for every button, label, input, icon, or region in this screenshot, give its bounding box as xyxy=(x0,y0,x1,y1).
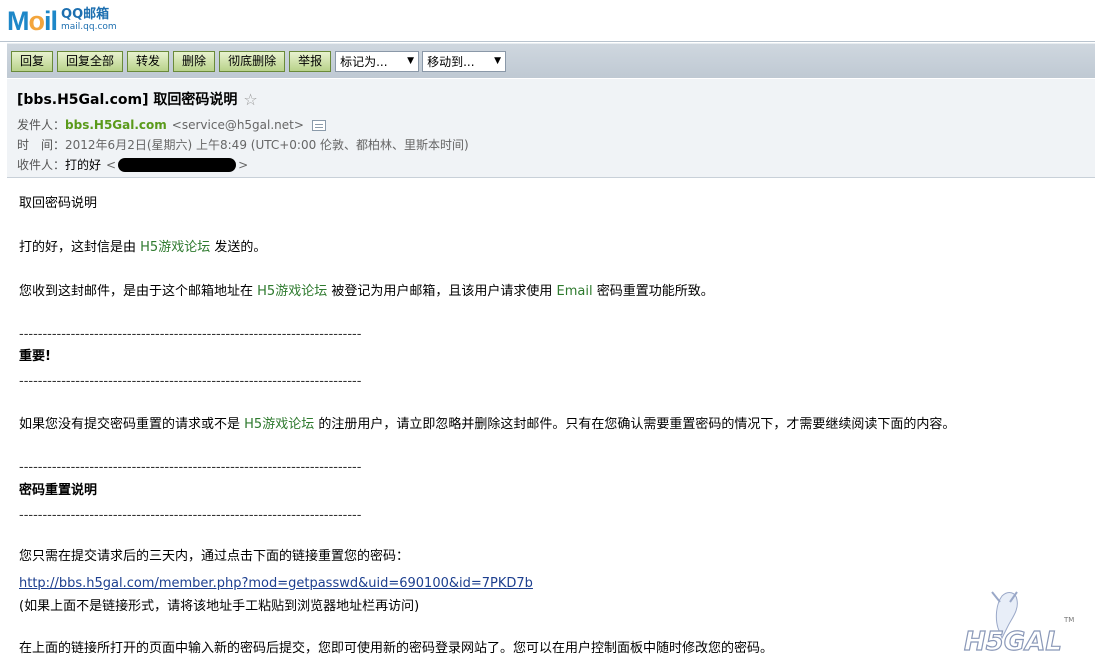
body-title: 取回密码说明 xyxy=(19,196,98,211)
divider-line: ----------------------------------------… xyxy=(19,374,362,389)
email-word: Email xyxy=(556,284,593,299)
svg-text:TM: TM xyxy=(1063,616,1074,624)
sender-email: <service@h5gal.net> xyxy=(171,118,304,132)
reset-link[interactable]: http://bbs.h5gal.com/member.php?mod=getp… xyxy=(19,575,533,593)
mail-toolbar: 回复 回复全部 转发 删除 彻底删除 举报 标记为... ▼ 移动到... ▼ xyxy=(7,43,1095,78)
final-line: 在上面的链接所打开的页面中输入新的密码后提交，您即可使用新的密码登录网站了。您可… xyxy=(19,641,774,656)
h5gal-watermark-logo: H5GAL TM xyxy=(963,591,1074,658)
qqmail-logo[interactable]: Moil QQ邮箱 mail.qq.com xyxy=(7,6,117,36)
reason-line: 您收到这封邮件，是由于这个邮箱地址在 H5游戏论坛 被登记为用户邮箱，且该用户请… xyxy=(19,284,714,299)
logo-wordmark: Moil xyxy=(7,6,58,36)
divider-line: ----------------------------------------… xyxy=(19,508,362,523)
divider-line: ----------------------------------------… xyxy=(19,327,362,342)
mark-as-select[interactable]: 标记为... ▼ xyxy=(335,50,420,72)
from-row: 发件人： bbs.H5Gal.com <service@h5gal.net> xyxy=(17,115,1095,135)
sent-time: 2012年6月2日(星期六) 上午8:49 (UTC+0:00 伦敦、都柏林、里… xyxy=(65,138,469,152)
time-row: 时 间： 2012年6月2日(星期六) 上午8:49 (UTC+0:00 伦敦、… xyxy=(17,135,1095,155)
greeting-line: 打的好，这封信是由 H5游戏论坛 发送的。 xyxy=(19,240,267,255)
link-note: (如果上面不是链接形式，请将该地址手工粘贴到浏览器地址栏再访问) xyxy=(19,599,420,614)
redacted-email xyxy=(118,158,237,172)
forward-button[interactable]: 转发 xyxy=(127,50,170,72)
forum-name: H5游戏论坛 xyxy=(244,417,315,432)
contact-card-icon[interactable] xyxy=(311,119,326,131)
svg-text:H5GAL: H5GAL xyxy=(964,627,1062,657)
chevron-down-icon: ▼ xyxy=(494,56,502,66)
chevron-down-icon: ▼ xyxy=(407,56,415,66)
mail-subject: [bbs.H5Gal.com] 取回密码说明 ☆ xyxy=(17,89,258,109)
logo-bar: Moil QQ邮箱 mail.qq.com xyxy=(0,0,1095,42)
report-button[interactable]: 举报 xyxy=(289,50,332,72)
forum-name: H5游戏论坛 xyxy=(257,284,328,299)
sender-name[interactable]: bbs.H5Gal.com xyxy=(65,115,167,135)
reply-all-button[interactable]: 回复全部 xyxy=(57,50,124,72)
star-icon[interactable]: ☆ xyxy=(243,90,257,109)
mail-header: [bbs.H5Gal.com] 取回密码说明 ☆ 发件人： bbs.H5Gal.… xyxy=(7,79,1095,178)
warning-line: 如果您没有提交密码重置的请求或不是 H5游戏论坛 的注册用户，请立即忽略并删除这… xyxy=(19,417,956,432)
forum-name: H5游戏论坛 xyxy=(140,240,211,255)
divider-line: ----------------------------------------… xyxy=(19,460,362,475)
important-heading: 重要! xyxy=(19,349,51,364)
delete-button[interactable]: 删除 xyxy=(173,50,216,72)
move-to-select[interactable]: 移动到... ▼ xyxy=(422,50,507,72)
reply-button[interactable]: 回复 xyxy=(11,50,54,72)
logo-title: QQ邮箱 xyxy=(61,7,110,22)
to-row: 收件人： 打的好 < > xyxy=(17,155,1095,175)
instruction-line: 您只需在提交请求后的三天内，通过点击下面的链接重置您的密码： xyxy=(19,549,410,564)
logo-domain: mail.qq.com xyxy=(61,22,117,32)
reset-heading: 密码重置说明 xyxy=(19,483,98,498)
mail-meta: 发件人： bbs.H5Gal.com <service@h5gal.net> 时… xyxy=(17,115,1095,175)
recipient-name[interactable]: 打的好 xyxy=(65,155,101,175)
delete-forever-button[interactable]: 彻底删除 xyxy=(219,50,286,72)
